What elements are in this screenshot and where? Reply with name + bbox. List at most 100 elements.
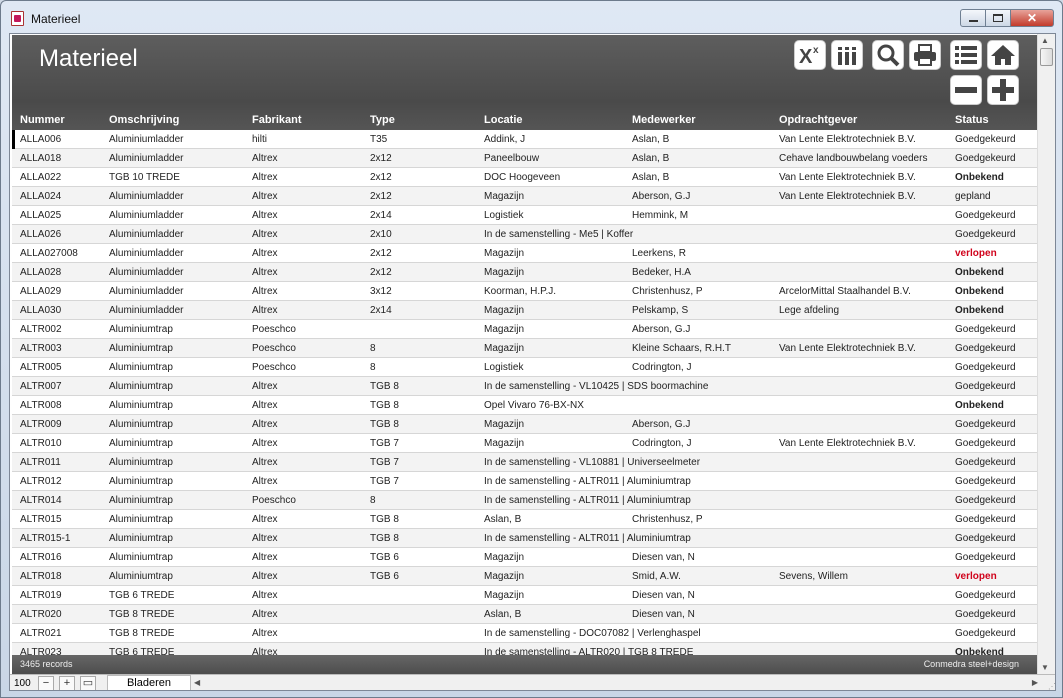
cell-nummer: ALTR015	[20, 514, 62, 525]
column-header-type[interactable]: Type	[370, 114, 395, 126]
column-header-locatie[interactable]: Locatie	[484, 114, 523, 126]
cell-nummer: ALLA006	[20, 134, 62, 145]
horizontal-scrollbar[interactable]: ◀ ▶	[191, 677, 1041, 690]
column-header-medewerker[interactable]: Medewerker	[632, 114, 696, 126]
zoom-in-button[interactable]: +	[59, 676, 75, 690]
minus-icon	[955, 87, 977, 93]
cell-fabrikant: Altrex	[252, 381, 278, 392]
cell-type: TGB 8	[370, 419, 399, 430]
table-row[interactable]: ALLA018 Aluminiumladder Altrex 2x12 Paneelbo…	[12, 149, 1037, 168]
cell-fabrikant: Poeschco	[252, 343, 296, 354]
maximize-button[interactable]	[985, 9, 1011, 27]
cell-locatie: In de samenstelling - ALTR011 | Aluminiu…	[484, 533, 691, 544]
toggle-toolbar-button[interactable]: ▭	[80, 676, 96, 690]
scroll-left-icon[interactable]: ◀	[194, 678, 200, 687]
table-row[interactable]: ALTR002 Aluminiumtrap Poeschco Magazijn Aber…	[12, 320, 1037, 339]
cell-fabrikant: Altrex	[252, 229, 278, 240]
table-row[interactable]: ALTR023 TGB 6 TREDE Altrex In de samenstell…	[12, 643, 1037, 655]
table-row[interactable]: ALTR020 TGB 8 TREDE Altrex Aslan, B Diesen v…	[12, 605, 1037, 624]
scroll-right-icon[interactable]: ▶	[1032, 678, 1038, 687]
table-row[interactable]: ALLA006 Aluminiumladder hilti T35 Addink, J A…	[12, 130, 1037, 149]
column-header-opdrachtgever[interactable]: Opdrachtgever	[779, 114, 857, 126]
cell-locatie: Aslan, B	[484, 609, 522, 620]
table-row[interactable]: ALTR015 Aluminiumtrap Altrex TGB 8 Aslan, B C…	[12, 510, 1037, 529]
scroll-thumb[interactable]	[1040, 48, 1053, 66]
cell-omschrijving: Aluminiumtrap	[109, 362, 173, 373]
scroll-up-icon[interactable]: ▲	[1041, 36, 1049, 45]
cell-fabrikant: Altrex	[252, 248, 278, 259]
cell-nummer: ALLA026	[20, 229, 62, 240]
table-row[interactable]: ALTR012 Aluminiumtrap Altrex TGB 7 In de sam…	[12, 472, 1037, 491]
table-row[interactable]: ALTR005 Aluminiumtrap Poeschco 8 Logistiek Co…	[12, 358, 1037, 377]
table-row[interactable]: ALLA030 Aluminiumladder Altrex 2x14 Magazijn…	[12, 301, 1037, 320]
column-header-status[interactable]: Status	[955, 114, 989, 126]
mode-selector[interactable]: Bladeren	[107, 675, 191, 690]
table-row[interactable]: ALTR008 Aluminiumtrap Altrex TGB 8 Opel Viva…	[12, 396, 1037, 415]
cell-opdrachtgever: ArcelorMittal Staalhandel B.V.	[779, 286, 911, 297]
cell-type: 2x12	[370, 172, 392, 183]
svg-text:X: X	[799, 46, 813, 67]
table-row[interactable]: ALTR007 Aluminiumtrap Altrex TGB 8 In de sam…	[12, 377, 1037, 396]
table-row[interactable]: ALLA029 Aluminiumladder Altrex 3x12 Koorman,…	[12, 282, 1037, 301]
table-row[interactable]: ALTR019 TGB 6 TREDE Altrex Magazijn Diesen v…	[12, 586, 1037, 605]
column-header-omschrijving[interactable]: Omschrijving	[109, 114, 179, 126]
cell-status: Goedgekeurd	[955, 153, 1016, 164]
cell-locatie: Magazijn	[484, 552, 525, 563]
cell-opdrachtgever: Van Lente Elektrotechniek B.V.	[779, 343, 916, 354]
cell-status: verlopen	[955, 571, 997, 582]
cell-status: Onbekend	[955, 647, 1004, 655]
cell-status: Onbekend	[955, 400, 1004, 411]
zoom-out-button[interactable]: −	[38, 676, 54, 690]
cell-omschrijving: Aluminiumtrap	[109, 514, 173, 525]
table-row[interactable]: ALTR010 Aluminiumtrap Altrex TGB 7 Magazijn C…	[12, 434, 1037, 453]
close-button[interactable]: ✕	[1010, 9, 1054, 27]
table-row[interactable]: ALLA026 Aluminiumladder Altrex 2x10 In de sa…	[12, 225, 1037, 244]
cell-nummer: ALTR015-1	[20, 533, 71, 544]
cell-nummer: ALTR007	[20, 381, 62, 392]
cell-type: TGB 8	[370, 400, 399, 411]
scroll-down-icon[interactable]: ▼	[1041, 663, 1049, 672]
home-button[interactable]	[987, 40, 1019, 70]
search-button[interactable]	[872, 40, 904, 70]
cell-nummer: ALLA030	[20, 305, 62, 316]
cell-type: 2x12	[370, 191, 392, 202]
cell-type: TGB 8	[370, 381, 399, 392]
table-row[interactable]: ALLA027008 Aluminiumladder Altrex 2x12 Magaz…	[12, 244, 1037, 263]
minimize-button[interactable]	[960, 9, 986, 27]
zoom-level[interactable]: 100	[14, 678, 31, 689]
clear-filter-button[interactable]: Xx	[794, 40, 826, 70]
resize-grip-icon[interactable]: ⋰	[1048, 682, 1055, 690]
columns-button[interactable]	[831, 40, 863, 70]
cell-fabrikant: Altrex	[252, 438, 278, 449]
table-row[interactable]: ALTR003 Aluminiumtrap Poeschco 8 Magazijn Kle…	[12, 339, 1037, 358]
table-row[interactable]: ALLA024 Aluminiumladder Altrex 2x12 Magazijn…	[12, 187, 1037, 206]
table-row[interactable]: ALTR018 Aluminiumtrap Altrex TGB 6 Magazijn S…	[12, 567, 1037, 586]
cell-type: TGB 7	[370, 457, 399, 468]
table-row[interactable]: ALTR016 Aluminiumtrap Altrex TGB 6 Magazijn D…	[12, 548, 1037, 567]
table-row[interactable]: ALTR011 Aluminiumtrap Altrex TGB 7 In de sam…	[12, 453, 1037, 472]
table-row[interactable]: ALLA028 Aluminiumladder Altrex 2x12 Magazijn…	[12, 263, 1037, 282]
remove-button[interactable]	[950, 75, 982, 105]
cell-nummer: ALLA028	[20, 267, 62, 278]
cell-locatie: Magazijn	[484, 343, 525, 354]
cell-status: Goedgekeurd	[955, 362, 1016, 373]
list-button[interactable]	[950, 40, 982, 70]
table-row[interactable]: ALTR009 Aluminiumtrap Altrex TGB 8 Magazijn A…	[12, 415, 1037, 434]
table-row[interactable]: ALLA022 TGB 10 TREDE Altrex 2x12 DOC Hoogeve…	[12, 168, 1037, 187]
column-header-fabrikant[interactable]: Fabrikant	[252, 114, 302, 126]
cell-type: 8	[370, 343, 376, 354]
cell-status: Onbekend	[955, 172, 1004, 183]
table-row[interactable]: ALTR014 Aluminiumtrap Poeschco 8 In de samen…	[12, 491, 1037, 510]
table-row[interactable]: ALLA025 Aluminiumladder Altrex 2x14 Logistie…	[12, 206, 1037, 225]
add-button[interactable]	[987, 75, 1019, 105]
table-row[interactable]: ALTR021 TGB 8 TREDE Altrex In de samenstell…	[12, 624, 1037, 643]
cell-omschrijving: Aluminiumladder	[109, 286, 184, 297]
cell-fabrikant: Poeschco	[252, 495, 296, 506]
print-button[interactable]	[909, 40, 941, 70]
vertical-scrollbar[interactable]: ▲ ▼	[1037, 34, 1055, 674]
cell-medewerker: Leerkens, R	[632, 248, 686, 259]
column-header-nummer[interactable]: Nummer	[20, 114, 65, 126]
cell-nummer: ALLA018	[20, 153, 62, 164]
table-row[interactable]: ALTR015-1 Aluminiumtrap Altrex TGB 8 In de s…	[12, 529, 1037, 548]
cell-type: 2x12	[370, 153, 392, 164]
